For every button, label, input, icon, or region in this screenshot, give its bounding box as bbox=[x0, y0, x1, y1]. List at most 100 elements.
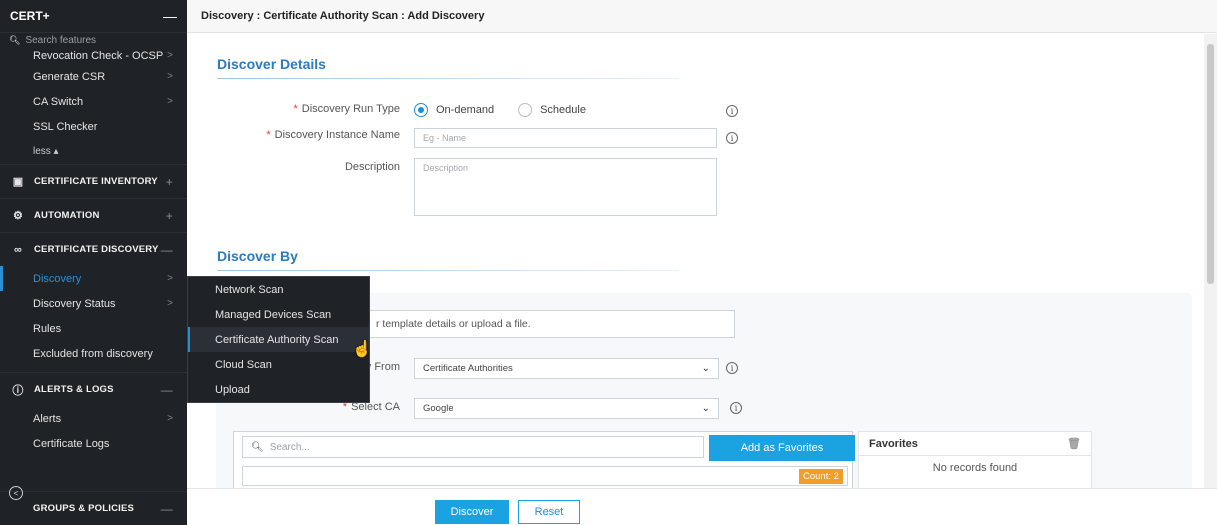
chevron-right-icon: > bbox=[167, 413, 173, 424]
sidebar-item-generate-csr[interactable]: Generate CSR > bbox=[0, 64, 187, 89]
minus-icon[interactable]: — bbox=[163, 8, 177, 24]
sidebar-item-label: Discovery Status bbox=[33, 297, 116, 310]
discover-details-title: Discover Details bbox=[217, 56, 326, 72]
section-certificate-inventory[interactable]: ▣ CERTIFICATE INVENTORY + bbox=[0, 164, 187, 198]
main-scrollbar[interactable] bbox=[1204, 34, 1217, 488]
discovery-flyout-menu: Network Scan Managed Devices Scan Certif… bbox=[187, 276, 370, 403]
sidebar: CERT+ — 🔍︎ Search features Revocation Ch… bbox=[0, 0, 187, 525]
scrollbar-thumb[interactable] bbox=[1207, 44, 1214, 284]
info-icon[interactable]: i bbox=[726, 132, 738, 144]
breadcrumb: Discovery : Certificate Authority Scan :… bbox=[187, 0, 1217, 33]
favorites-empty-text: No records found bbox=[932, 462, 1018, 474]
sidebar-item-label: Generate CSR bbox=[33, 70, 106, 83]
description-label-wrap: Description bbox=[187, 161, 400, 181]
sidebar-item-certificate-logs[interactable]: Certificate Logs bbox=[0, 431, 187, 456]
reset-button[interactable]: Reset bbox=[518, 500, 580, 524]
description-label: Description bbox=[344, 161, 400, 173]
discover-from-value: Certificate Authorities bbox=[423, 363, 513, 374]
ca-search-input[interactable]: 🔍︎ Search... bbox=[242, 436, 704, 458]
minus-icon: — bbox=[160, 501, 173, 516]
divider bbox=[217, 270, 679, 271]
form-footer: Discover Reset bbox=[187, 488, 1217, 525]
sidebar-header: CERT+ — bbox=[0, 0, 187, 33]
search-icon: 🔍︎ bbox=[251, 441, 264, 453]
favorites-title: Favorites bbox=[869, 437, 918, 450]
hand-cursor-icon: ☝ bbox=[352, 341, 372, 358]
menu-item-managed-devices-scan[interactable]: Managed Devices Scan bbox=[188, 302, 369, 327]
discover-from-label: y From bbox=[365, 361, 400, 373]
menu-item-cloud-scan[interactable]: Cloud Scan bbox=[188, 352, 369, 377]
instance-name-input[interactable]: Eg - Name bbox=[414, 128, 717, 148]
discover-from-select[interactable]: Certificate Authorities ⌄ bbox=[414, 358, 719, 379]
chevron-right-icon: > bbox=[167, 96, 173, 107]
discover-button[interactable]: Discover bbox=[435, 500, 509, 524]
sidebar-item-rules[interactable]: Rules bbox=[0, 316, 187, 341]
info-icon[interactable]: i bbox=[726, 105, 738, 117]
instance-name-label: * Discovery Instance Name bbox=[266, 129, 400, 141]
app-title: CERT+ bbox=[10, 9, 50, 23]
chevron-right-icon: > bbox=[167, 50, 173, 61]
menu-item-upload[interactable]: Upload bbox=[188, 377, 369, 402]
add-as-favorites-button[interactable]: Add as Favorites bbox=[709, 435, 855, 461]
section-label: AUTOMATION bbox=[34, 210, 100, 221]
instance-name-label-wrap: * Discovery Instance Name bbox=[187, 129, 400, 149]
sidebar-item-label: Discovery bbox=[33, 272, 82, 285]
sidebar-item-excluded[interactable]: Excluded from discovery bbox=[0, 341, 187, 366]
select-ca-value: Google bbox=[423, 403, 454, 414]
favorites-header: Favorites 🗑︎ bbox=[859, 432, 1091, 456]
sidebar-item-ssl-checker[interactable]: SSL Checker bbox=[0, 114, 187, 139]
section-label: ALERTS & LOGS bbox=[34, 384, 114, 395]
section-label: CERTIFICATE INVENTORY bbox=[34, 176, 158, 187]
favorites-panel: Favorites 🗑︎ No records found bbox=[858, 431, 1092, 488]
chevron-right-icon: > bbox=[167, 273, 173, 284]
sidebar-item-revocation-check[interactable]: Revocation Check - OCSP > bbox=[0, 47, 187, 64]
menu-item-network-scan[interactable]: Network Scan bbox=[188, 277, 369, 302]
run-type-label-wrap: * Discovery Run Type bbox=[187, 103, 400, 123]
menu-item-certificate-authority-scan[interactable]: Certificate Authority Scan bbox=[188, 327, 369, 352]
collapse-sidebar-icon[interactable]: < bbox=[9, 486, 23, 500]
info-icon[interactable]: i bbox=[726, 362, 738, 374]
template-upload-field[interactable]: r template details or upload a file. bbox=[367, 310, 735, 338]
binoculars-icon: ∞ bbox=[13, 243, 23, 256]
less-toggle[interactable]: less ▴ bbox=[0, 139, 187, 164]
search-features-placeholder: Search features bbox=[25, 34, 97, 46]
sidebar-item-label: SSL Checker bbox=[33, 120, 98, 133]
radio-label-on-demand: On-demand bbox=[436, 104, 495, 116]
divider bbox=[217, 78, 679, 79]
sidebar-item-label: Rules bbox=[33, 322, 62, 335]
run-type-radio-group: On-demand Schedule bbox=[414, 103, 586, 117]
trash-icon[interactable]: 🗑︎ bbox=[1067, 437, 1081, 450]
radio-label-schedule: Schedule bbox=[540, 104, 586, 116]
sidebar-item-alerts[interactable]: Alerts > bbox=[0, 406, 187, 431]
section-alerts-logs[interactable]: ⓘ ALERTS & LOGS — bbox=[0, 372, 187, 406]
alert-icon: ⓘ bbox=[12, 384, 24, 397]
run-type-label: * Discovery Run Type bbox=[293, 103, 400, 115]
sidebar-item-label: CA Switch bbox=[33, 95, 84, 108]
search-placeholder: Search... bbox=[269, 441, 310, 453]
inventory-icon: ▣ bbox=[12, 176, 24, 188]
section-label: GROUPS & POLICIES bbox=[33, 503, 135, 514]
section-groups-policies[interactable]: GROUPS & POLICIES — bbox=[0, 491, 187, 525]
section-label: CERTIFICATE DISCOVERY bbox=[34, 244, 159, 255]
info-icon[interactable]: i bbox=[730, 402, 742, 414]
minus-icon: — bbox=[160, 242, 173, 257]
section-certificate-discovery[interactable]: ∞ CERTIFICATE DISCOVERY — bbox=[0, 232, 187, 266]
sidebar-item-ca-switch[interactable]: CA Switch > bbox=[0, 89, 187, 114]
radio-on-demand[interactable] bbox=[414, 103, 428, 117]
plus-icon: + bbox=[165, 208, 173, 223]
sidebar-item-discovery[interactable]: Discovery > bbox=[0, 266, 187, 291]
sidebar-item-label: Excluded from discovery bbox=[33, 347, 153, 360]
sidebar-item-discovery-status[interactable]: Discovery Status > bbox=[0, 291, 187, 316]
chevron-down-icon: ⌄ bbox=[701, 363, 710, 374]
sidebar-item-label: Revocation Check - OCSP bbox=[33, 49, 164, 62]
search-icon: 🔍︎ bbox=[9, 34, 21, 45]
description-textarea[interactable]: Description bbox=[414, 158, 717, 216]
plus-icon: + bbox=[165, 174, 173, 189]
count-badge: Count: 2 bbox=[799, 469, 843, 484]
ca-list-row bbox=[242, 466, 848, 486]
discover-by-title: Discover By bbox=[217, 248, 298, 264]
section-automation[interactable]: ⚙ AUTOMATION + bbox=[0, 198, 187, 232]
radio-schedule[interactable] bbox=[518, 103, 533, 117]
sidebar-search[interactable]: 🔍︎ Search features bbox=[0, 33, 187, 47]
select-ca-select[interactable]: Google ⌄ bbox=[414, 398, 719, 419]
